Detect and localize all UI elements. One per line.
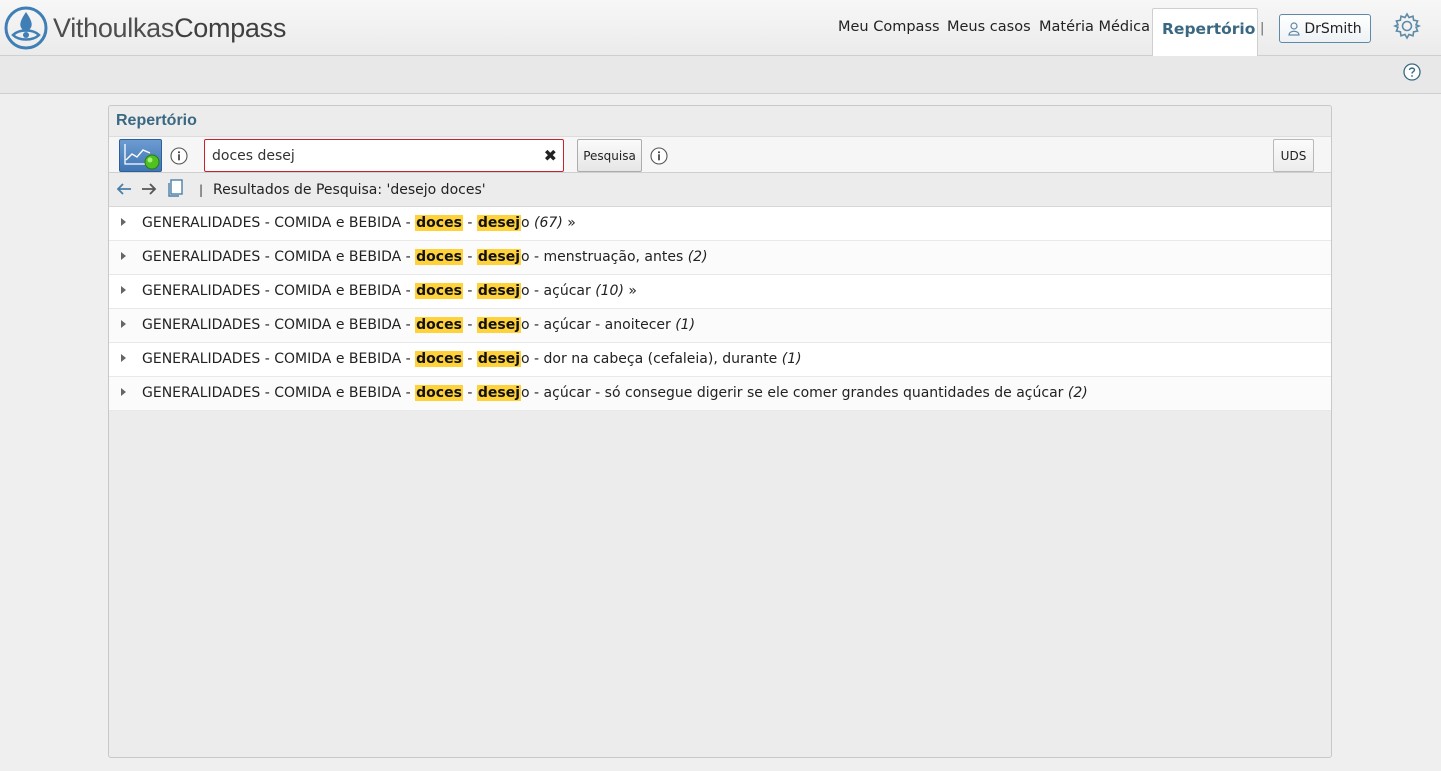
result-text: GENERALIDADES - COMIDA e BEBIDA - doces …	[142, 317, 696, 333]
expand-caret-icon[interactable]	[121, 286, 126, 294]
nav-meu-compass[interactable]: Meu Compass	[838, 19, 940, 35]
search-button[interactable]: Pesquisa	[577, 139, 642, 172]
logo-text-part2: Compass	[174, 12, 287, 43]
search-results-summary: Resultados de Pesquisa: 'desejo doces'	[213, 182, 486, 198]
forward-arrow-icon[interactable]	[140, 180, 158, 198]
result-row[interactable]: GENERALIDADES - COMIDA e BEBIDA - doces …	[109, 241, 1331, 275]
logo-text: VithoulkasCompass	[53, 13, 286, 44]
expand-caret-icon[interactable]	[121, 218, 126, 226]
clear-search-icon[interactable]: ✖	[544, 146, 557, 165]
logo-icon	[4, 6, 48, 50]
app-logo[interactable]: VithoulkasCompass	[3, 4, 286, 52]
info-icon[interactable]	[170, 147, 188, 165]
result-row[interactable]: GENERALIDADES - COMIDA e BEBIDA - doces …	[109, 309, 1331, 343]
result-row[interactable]: GENERALIDADES - COMIDA e BEBIDA - doces …	[109, 275, 1331, 309]
nav-separator: |	[1260, 21, 1265, 36]
help-icon[interactable]	[1403, 63, 1421, 81]
search-toolbar: ✖ Pesquisa UDS	[109, 136, 1331, 173]
result-text: GENERALIDADES - COMIDA e BEBIDA - doces …	[142, 385, 1088, 401]
copy-icon[interactable]	[166, 178, 184, 198]
logo-text-part1: Vithoulkas	[53, 12, 175, 43]
chart-icon	[124, 144, 160, 170]
analysis-chart-button[interactable]	[119, 139, 162, 172]
user-name: DrSmith	[1304, 20, 1362, 37]
result-row[interactable]: GENERALIDADES - COMIDA e BEBIDA - doces …	[109, 207, 1331, 241]
result-text: GENERALIDADES - COMIDA e BEBIDA - doces …	[142, 249, 708, 265]
nav-materia-medica[interactable]: Matéria Médica	[1039, 19, 1150, 35]
secondary-toolbar	[0, 56, 1441, 94]
user-button[interactable]: DrSmith	[1279, 14, 1371, 43]
panel-title: Repertório	[116, 112, 197, 129]
uds-button[interactable]: UDS	[1273, 139, 1314, 172]
result-text: GENERALIDADES - COMIDA e BEBIDA - doces …	[142, 283, 637, 299]
search-input[interactable]	[205, 140, 535, 171]
settings-gear-icon[interactable]	[1393, 12, 1421, 40]
nav-meus-casos[interactable]: Meus casos	[947, 19, 1031, 35]
back-arrow-icon[interactable]	[115, 180, 133, 198]
search-info-icon[interactable]	[650, 147, 668, 165]
results-navigation: | Resultados de Pesquisa: 'desejo doces'	[109, 174, 1331, 207]
results-separator: |	[199, 183, 204, 197]
search-box: ✖	[204, 139, 564, 172]
result-row[interactable]: GENERALIDADES - COMIDA e BEBIDA - doces …	[109, 343, 1331, 377]
expand-caret-icon[interactable]	[121, 388, 126, 396]
nav-repertorio-tab[interactable]: Repertório	[1152, 8, 1258, 56]
nav-repertorio-label: Repertório	[1162, 20, 1256, 38]
expand-caret-icon[interactable]	[121, 252, 126, 260]
expand-caret-icon[interactable]	[121, 354, 126, 362]
expand-caret-icon[interactable]	[121, 320, 126, 328]
top-header: VithoulkasCompass Meu Compass Meus casos…	[0, 0, 1441, 56]
repertorio-panel: Repertório ✖ Pesquisa UDS	[108, 105, 1332, 758]
user-icon	[1288, 21, 1300, 36]
result-text: GENERALIDADES - COMIDA e BEBIDA - doces …	[142, 351, 802, 367]
result-text: GENERALIDADES - COMIDA e BEBIDA - doces …	[142, 215, 576, 231]
result-row[interactable]: GENERALIDADES - COMIDA e BEBIDA - doces …	[109, 377, 1331, 411]
results-list: GENERALIDADES - COMIDA e BEBIDA - doces …	[109, 207, 1331, 411]
